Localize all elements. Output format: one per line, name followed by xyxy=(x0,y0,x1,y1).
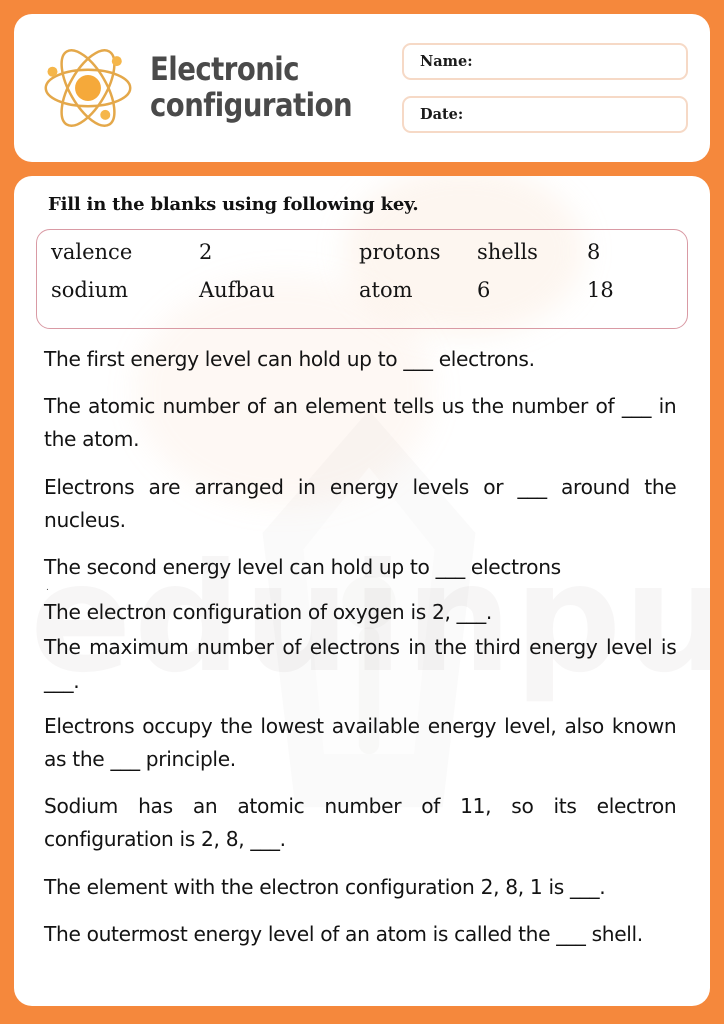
name-field[interactable]: Name: xyxy=(402,43,688,80)
stray-mark: . xyxy=(46,583,49,594)
name-field-label: Name: xyxy=(420,53,473,70)
key-word: shells xyxy=(477,240,538,264)
key-word: 2 xyxy=(199,240,213,264)
key-row: valence 2 protons shells 8 xyxy=(51,240,673,278)
instruction-text: Fill in the blanks using following key. xyxy=(48,194,419,215)
date-field[interactable]: Date: xyxy=(402,96,688,133)
question-item: The element with the electron configurat… xyxy=(44,874,606,899)
question-item: Sodium has an atomic number of 11, so it… xyxy=(44,794,677,852)
question-item: The outermost energy level of an atom is… xyxy=(44,921,643,946)
question-item: The atomic number of an element tells us… xyxy=(44,394,677,452)
question-item: The first energy level can hold up to __… xyxy=(44,347,535,371)
brand: Electronic configuration xyxy=(40,40,385,136)
key-word: protons xyxy=(359,240,441,264)
student-fields: Name: Date: xyxy=(402,43,688,133)
date-field-label: Date: xyxy=(420,106,464,123)
key-word: 6 xyxy=(477,278,491,302)
key-row: sodium Aufbau atom 6 18 xyxy=(51,278,673,316)
key-word: 18 xyxy=(587,278,614,302)
worksheet-body-card: eduinput.com Fill in the blanks using fo… xyxy=(14,176,710,1006)
key-word: sodium xyxy=(51,278,129,302)
key-word: atom xyxy=(359,278,413,302)
answer-key-box: valence 2 protons shells 8 sodium Aufbau… xyxy=(36,229,688,329)
key-word: 8 xyxy=(587,240,601,264)
page-title: Electronic configuration xyxy=(150,50,353,124)
header-card: Electronic configuration Name: Date: xyxy=(14,14,710,162)
worksheet-page: Electronic configuration Name: Date: edu… xyxy=(0,0,724,1024)
key-word: valence xyxy=(51,240,133,264)
question-item: The maximum number of electrons in the t… xyxy=(44,635,677,693)
atom-icon xyxy=(40,40,136,136)
worksheet-content: Fill in the blanks using following key. … xyxy=(36,194,688,951)
question-item: Electrons are arranged in energy levels … xyxy=(44,474,677,532)
question-item: The electron configuration of oxygen is … xyxy=(44,600,492,625)
questions-list: The first energy level can hold up to __… xyxy=(36,343,688,951)
key-word: Aufbau xyxy=(199,278,275,302)
question-item: The second energy level can hold up to _… xyxy=(44,555,561,580)
question-item: Electrons occupy the lowest available en… xyxy=(44,713,677,772)
